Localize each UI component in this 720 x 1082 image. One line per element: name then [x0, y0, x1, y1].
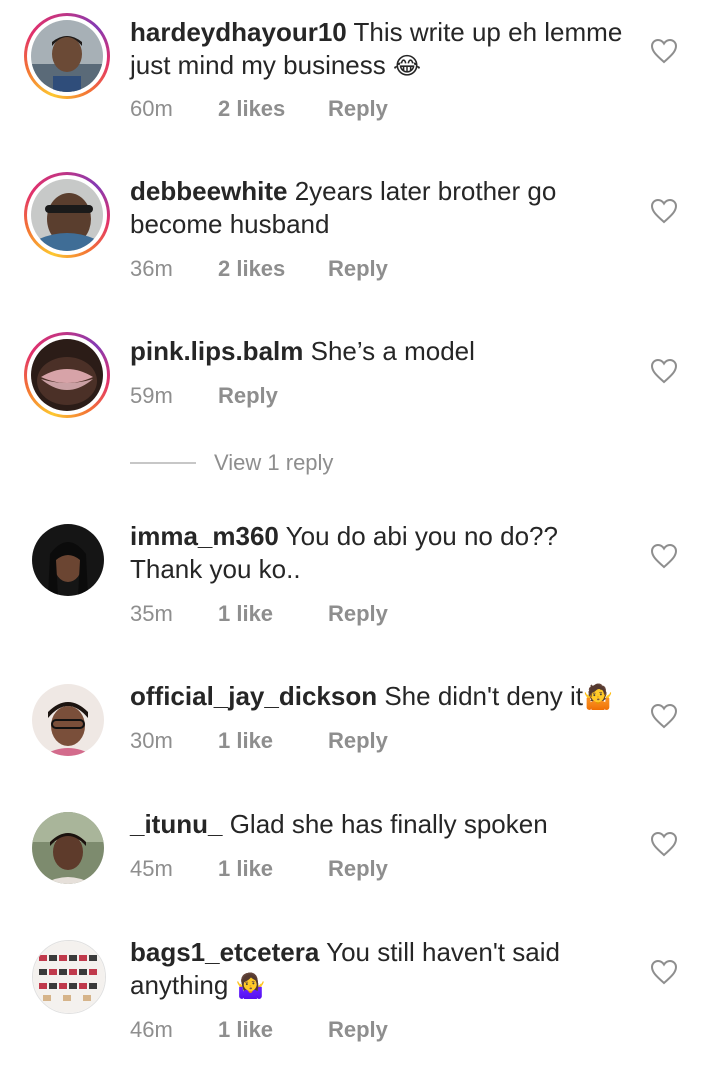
comment-body: _itunu_ Glad she has finally spoken — [130, 808, 630, 841]
view-replies-button[interactable]: View 1 reply — [130, 450, 333, 476]
comment-text: She’s a model — [310, 336, 475, 366]
comment-likes[interactable]: 2 likes — [218, 96, 328, 122]
heart-outline-icon[interactable] — [650, 358, 678, 384]
comment-time: 46m — [130, 1017, 173, 1042]
comment-username[interactable]: official_jay_dickson — [130, 681, 377, 711]
comment-username[interactable]: hardeydhayour10 — [130, 17, 347, 47]
comment-username[interactable]: imma_m360 — [130, 521, 279, 551]
avatar[interactable] — [32, 940, 106, 1014]
comment-username[interactable]: _itunu_ — [130, 809, 222, 839]
reply-button[interactable]: Reply — [218, 383, 278, 409]
reply-button[interactable]: Reply — [328, 728, 388, 754]
comment-likes[interactable]: 1 like — [218, 601, 328, 627]
avatar — [31, 20, 103, 92]
comment-time: 45m — [130, 856, 173, 881]
reply-button[interactable]: Reply — [328, 601, 388, 627]
comment-username[interactable]: bags1_etcetera — [130, 937, 319, 967]
avatar-story-ring[interactable] — [24, 13, 110, 99]
avatar-story-ring[interactable] — [24, 172, 110, 258]
avatar — [31, 339, 103, 411]
comment-text: Glad she has finally spoken — [229, 809, 548, 839]
comment-likes[interactable]: 2 likes — [218, 256, 328, 282]
reply-button[interactable]: Reply — [328, 256, 388, 282]
view-replies-label: View 1 reply — [214, 450, 334, 475]
comment-time: 60m — [130, 96, 173, 121]
comment-likes[interactable]: 1 like — [218, 1017, 328, 1043]
heart-outline-icon[interactable] — [650, 543, 678, 569]
shrug-emoji: 🤷 — [583, 683, 613, 711]
avatar-story-ring[interactable] — [24, 332, 110, 418]
heart-outline-icon[interactable] — [650, 38, 678, 64]
comment-time: 30m — [130, 728, 173, 753]
comment-body: official_jay_dickson She didn't deny it🤷 — [130, 680, 630, 714]
avatar[interactable] — [32, 524, 104, 596]
comment-body: bags1_etcetera You still haven't said an… — [130, 936, 630, 1003]
heart-outline-icon[interactable] — [650, 198, 678, 224]
comment-username[interactable]: debbeewhite — [130, 176, 287, 206]
avatar[interactable] — [32, 812, 104, 884]
heart-outline-icon[interactable] — [650, 703, 678, 729]
comment-body: pink.lips.balm She’s a model — [130, 335, 630, 368]
comment-likes[interactable]: 1 like — [218, 728, 328, 754]
comment-body: hardeydhayour10 This write up eh lemme j… — [130, 16, 630, 83]
comment-time: 59m — [130, 383, 173, 408]
comment-text: She didn't deny it — [384, 681, 583, 711]
reply-button[interactable]: Reply — [328, 96, 388, 122]
divider-line — [130, 462, 196, 464]
avatar — [31, 179, 103, 251]
heart-outline-icon[interactable] — [650, 959, 678, 985]
heart-outline-icon[interactable] — [650, 831, 678, 857]
reply-button[interactable]: Reply — [328, 1017, 388, 1043]
comment-likes[interactable]: 1 like — [218, 856, 328, 882]
comment-time: 35m — [130, 601, 173, 626]
reply-button[interactable]: Reply — [328, 856, 388, 882]
woman-shrugging-emoji: 🤷‍♀️ — [235, 972, 266, 1000]
comment-username[interactable]: pink.lips.balm — [130, 336, 303, 366]
comment-body: debbeewhite 2years later brother go beco… — [130, 175, 630, 241]
avatar[interactable] — [32, 684, 104, 756]
comment-time: 36m — [130, 256, 173, 281]
laughing-emoji: 😂 — [393, 52, 422, 80]
comment-body: imma_m360 You do abi you no do?? Thank y… — [130, 520, 630, 586]
